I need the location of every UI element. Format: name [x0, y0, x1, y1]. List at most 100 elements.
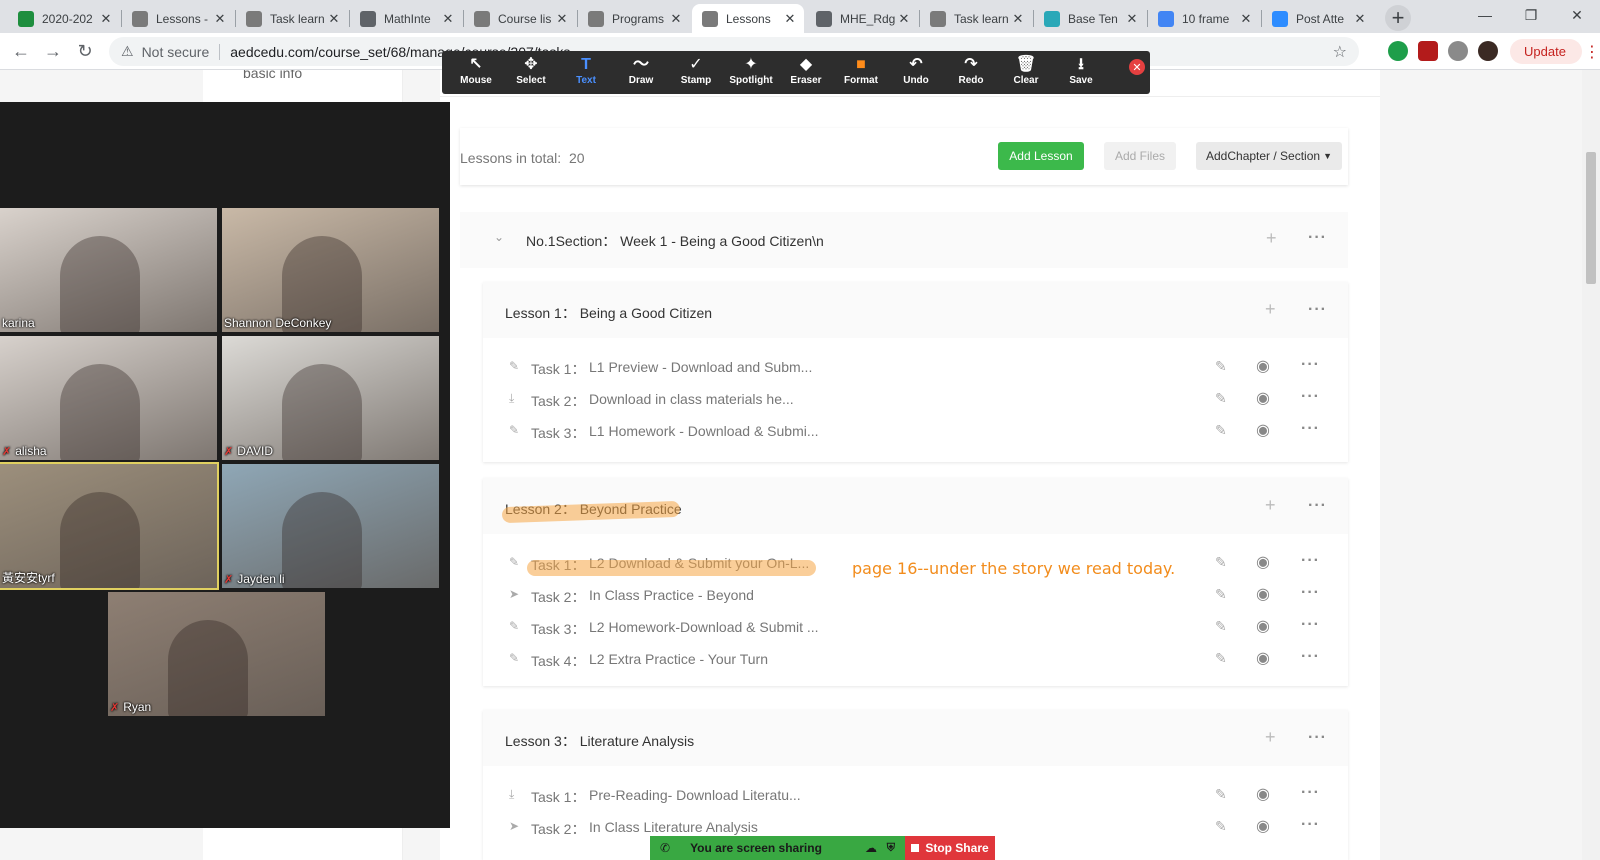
tab-close-icon[interactable]: ✕ — [440, 11, 456, 27]
task-name[interactable]: Pre-Reading- Download Literatu... — [589, 787, 801, 803]
task-row[interactable]: ➤ Task 2： In Class Practice - Beyond ✎ ◉ ··· — [483, 581, 1348, 612]
task-row[interactable]: ⤓ Task 2： Download in class materials he..… — [483, 385, 1348, 416]
edit-pencil-icon[interactable]: ✎ — [1215, 618, 1227, 635]
edit-pencil-icon[interactable]: ✎ — [1215, 358, 1227, 375]
preview-eye-icon[interactable]: ◉ — [1256, 356, 1270, 376]
task-more-icon[interactable]: ··· — [1301, 816, 1320, 834]
update-button[interactable]: Update — [1510, 39, 1582, 64]
task-more-icon[interactable]: ··· — [1301, 616, 1320, 634]
section-add-icon[interactable]: + — [1266, 228, 1277, 249]
browser-tab[interactable]: Post Atte ✕ — [1262, 4, 1374, 33]
tab-close-icon[interactable]: ✕ — [98, 11, 114, 27]
task-name[interactable]: Download in class materials he... — [589, 391, 794, 407]
tab-close-icon[interactable]: ✕ — [1010, 11, 1026, 27]
task-name[interactable]: L2 Homework-Download & Submit ... — [589, 619, 819, 635]
reload-icon[interactable]: ↻ — [74, 40, 96, 62]
preview-eye-icon[interactable]: ◉ — [1256, 616, 1270, 636]
section-more-icon[interactable]: ··· — [1308, 229, 1327, 247]
task-row[interactable]: ✎ Task 1： L1 Preview - Download and Subm..… — [483, 353, 1348, 384]
task-more-icon[interactable]: ··· — [1301, 784, 1320, 802]
participant-video-tile[interactable]: ✗ alisha — [0, 336, 217, 460]
add-files-button[interactable]: Add Files — [1104, 142, 1176, 170]
tab-close-icon[interactable]: ✕ — [1124, 11, 1140, 27]
browser-tab[interactable]: MathInte ✕ — [350, 4, 462, 33]
task-name[interactable]: L2 Extra Practice - Your Turn — [589, 651, 768, 667]
browser-tab[interactable]: MHE_Rdg ✕ — [806, 4, 918, 33]
bookmark-star-icon[interactable]: ☆ — [1333, 42, 1347, 62]
preview-eye-icon[interactable]: ◉ — [1256, 784, 1270, 804]
task-name[interactable]: In Class Literature Analysis — [589, 819, 758, 835]
annotate-tool-format[interactable]: ■ Format — [835, 55, 887, 86]
forward-icon[interactable]: → — [42, 40, 64, 62]
stop-share-button[interactable]: Stop Share — [905, 836, 995, 860]
scrollbar-thumb[interactable] — [1586, 152, 1596, 284]
browser-tab[interactable]: 10 frame ✕ — [1148, 4, 1260, 33]
browser-tab[interactable]: Task learn ✕ — [236, 4, 348, 33]
tab-close-icon[interactable]: ✕ — [326, 11, 342, 27]
page-scrollbar[interactable] — [1582, 70, 1600, 860]
task-more-icon[interactable]: ··· — [1301, 648, 1320, 666]
collapse-chevron-icon[interactable]: ⌄ — [494, 230, 504, 244]
preview-eye-icon[interactable]: ◉ — [1256, 388, 1270, 408]
task-more-icon[interactable]: ··· — [1301, 356, 1320, 374]
task-row[interactable]: ✎ Task 4： L2 Extra Practice - Your Turn ✎ ◉ ·… — [483, 645, 1348, 676]
nav-basic-info[interactable]: basic info — [243, 70, 302, 81]
preview-eye-icon[interactable]: ◉ — [1256, 420, 1270, 440]
participant-video-tile[interactable]: ✗ DAVID — [222, 336, 439, 460]
edit-pencil-icon[interactable]: ✎ — [1215, 818, 1227, 835]
lesson-more-icon[interactable]: ··· — [1308, 301, 1327, 319]
new-tab-button[interactable]: + — [1385, 5, 1411, 31]
edit-pencil-icon[interactable]: ✎ — [1215, 786, 1227, 803]
task-row[interactable]: ✎ Task 3： L1 Homework - Download & Submi..… — [483, 417, 1348, 448]
participant-video-tile[interactable]: karina — [0, 208, 217, 332]
browser-tab[interactable]: 2020-202 ✕ — [8, 4, 120, 33]
annotate-tool-undo[interactable]: ↶ Undo — [890, 55, 942, 86]
task-more-icon[interactable]: ··· — [1301, 388, 1320, 406]
extensions-puzzle-icon[interactable] — [1448, 41, 1468, 61]
task-more-icon[interactable]: ··· — [1301, 552, 1320, 570]
ublock-icon[interactable] — [1418, 41, 1438, 61]
browser-tab[interactable]: Lessons ✕ — [692, 4, 804, 33]
preview-eye-icon[interactable]: ◉ — [1256, 584, 1270, 604]
lesson-add-icon[interactable]: + — [1265, 299, 1276, 320]
browser-tab[interactable]: Course lis ✕ — [464, 4, 576, 33]
minimize-icon[interactable]: — — [1462, 0, 1508, 30]
edit-pencil-icon[interactable]: ✎ — [1215, 390, 1227, 407]
share-status[interactable]: ✆ You are screen sharing ☁ ⛨ — [650, 836, 905, 860]
annotate-tool-select[interactable]: ✥ Select — [505, 55, 557, 86]
task-row[interactable]: ⤓ Task 1： Pre-Reading- Download Literatu..… — [483, 781, 1348, 812]
edit-pencil-icon[interactable]: ✎ — [1215, 586, 1227, 603]
annotate-tool-mouse[interactable]: ↖ Mouse — [450, 55, 502, 86]
participant-video-tile[interactable]: ✗ Ryan — [108, 592, 325, 716]
annotate-tool-spotlight[interactable]: ✦ Spotlight — [725, 55, 777, 86]
annotate-tool-redo[interactable]: ↷ Redo — [945, 55, 997, 86]
participant-video-tile[interactable]: 黃安安tyrf — [0, 462, 219, 590]
annotation-close-icon[interactable]: ✕ — [1129, 59, 1145, 75]
back-icon[interactable]: ← — [10, 40, 32, 62]
task-row[interactable]: ✎ Task 3： L2 Homework-Download & Submit ..… — [483, 613, 1348, 644]
edit-pencil-icon[interactable]: ✎ — [1215, 422, 1227, 439]
browser-tab[interactable]: Task learn ✕ — [920, 4, 1032, 33]
tab-close-icon[interactable]: ✕ — [554, 11, 570, 27]
tab-close-icon[interactable]: ✕ — [1352, 11, 1368, 27]
annotate-tool-stamp[interactable]: ✓ Stamp — [670, 55, 722, 86]
add-lesson-button[interactable]: Add Lesson — [998, 142, 1084, 170]
participant-video-tile[interactable]: Shannon DeConkey — [222, 208, 439, 332]
task-more-icon[interactable]: ··· — [1301, 584, 1320, 602]
lesson-more-icon[interactable]: ··· — [1308, 729, 1327, 747]
window-close-icon[interactable]: ✕ — [1554, 0, 1600, 30]
annotate-tool-text[interactable]: T Text — [560, 55, 612, 86]
tab-close-icon[interactable]: ✕ — [782, 11, 798, 27]
browser-tab[interactable]: Lessons - ✕ — [122, 4, 234, 33]
lesson-more-icon[interactable]: ··· — [1308, 497, 1327, 515]
tab-close-icon[interactable]: ✕ — [212, 11, 228, 27]
task-name[interactable]: In Class Practice - Beyond — [589, 587, 754, 603]
edit-pencil-icon[interactable]: ✎ — [1215, 650, 1227, 667]
profile-avatar[interactable] — [1478, 41, 1498, 61]
preview-eye-icon[interactable]: ◉ — [1256, 816, 1270, 836]
preview-eye-icon[interactable]: ◉ — [1256, 648, 1270, 668]
annotate-tool-eraser[interactable]: ◆ Eraser — [780, 55, 832, 86]
annotate-tool-clear[interactable]: 🗑 Clear — [1000, 55, 1052, 86]
lesson-add-icon[interactable]: + — [1265, 727, 1276, 748]
task-name[interactable]: L1 Homework - Download & Submi... — [589, 423, 819, 439]
